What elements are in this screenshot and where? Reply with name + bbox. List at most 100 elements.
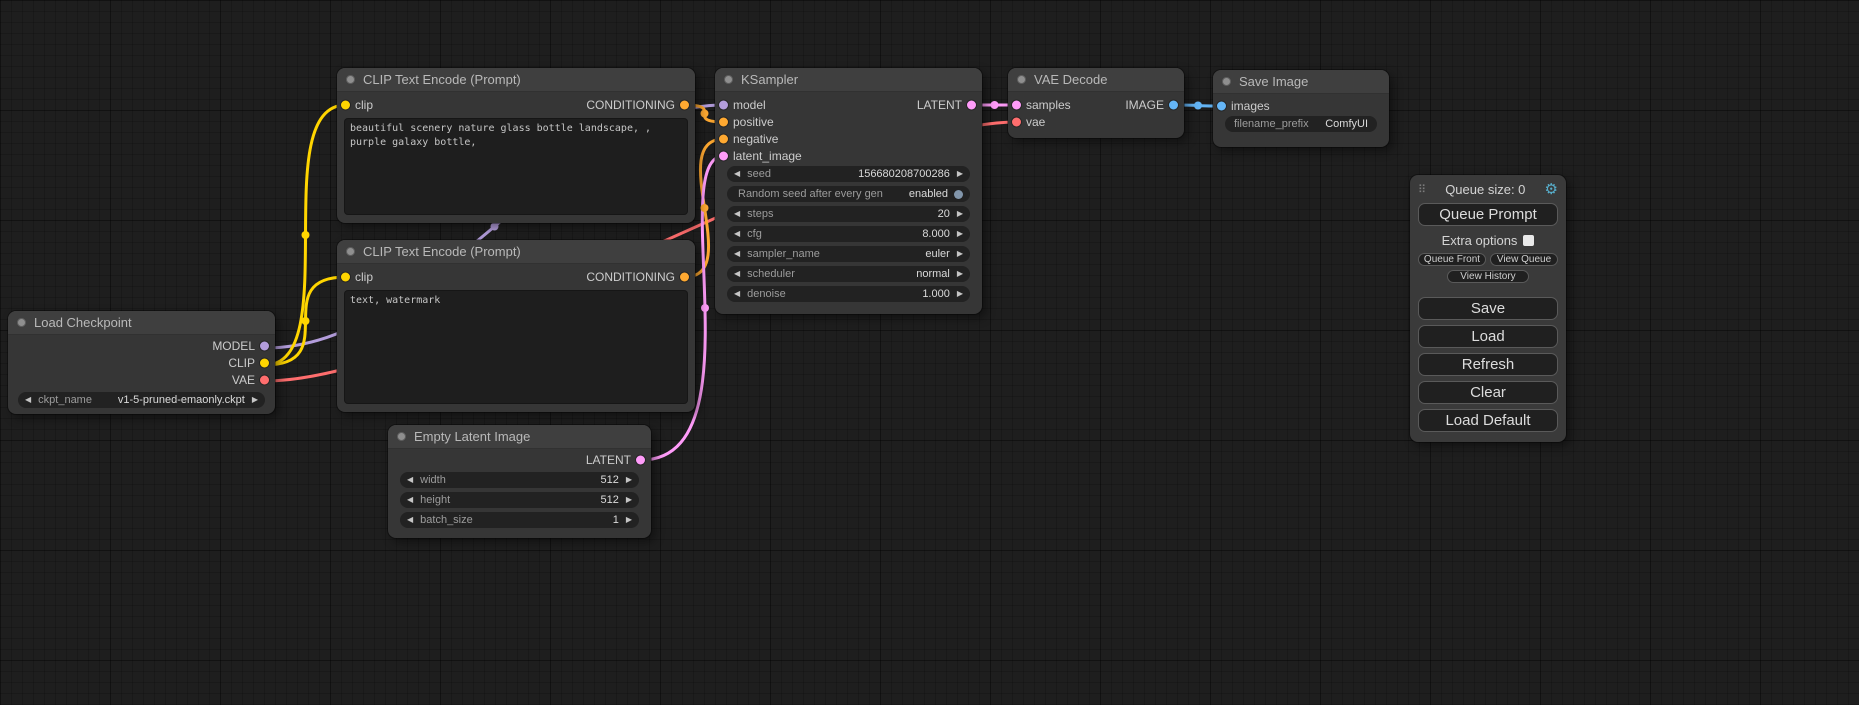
widget-value: 1.000 xyxy=(922,288,950,300)
cfg-widget[interactable]: ◀ cfg 8.000 ▶ xyxy=(727,226,970,242)
vae-input-slot[interactable] xyxy=(1012,117,1021,126)
collapse-toggle-icon[interactable] xyxy=(724,75,733,84)
batch-size-widget[interactable]: ◀ batch_size 1 ▶ xyxy=(400,512,639,528)
slot-row: negative xyxy=(715,130,982,147)
node-empty-latent-image[interactable]: Empty Latent Image LATENT ◀ width 512 ▶ … xyxy=(388,425,651,538)
widget-value: ComfyUI xyxy=(1325,118,1368,130)
latent-output-slot[interactable] xyxy=(967,100,976,109)
node-header[interactable]: VAE Decode xyxy=(1008,68,1184,92)
increment-arrow-icon[interactable]: ▶ xyxy=(957,170,963,178)
view-queue-button[interactable]: View Queue xyxy=(1490,253,1558,266)
extra-options-checkbox[interactable] xyxy=(1523,235,1534,246)
slot-row: MODEL xyxy=(8,337,275,354)
random-seed-toggle-widget[interactable]: Random seed after every gen enabled xyxy=(727,186,970,202)
vae-input-label: vae xyxy=(1026,115,1045,129)
toggle-state-icon[interactable] xyxy=(954,190,963,199)
widget-label: ckpt_name xyxy=(38,394,92,406)
node-header[interactable]: Empty Latent Image xyxy=(388,425,651,449)
latent-output-label: LATENT xyxy=(586,453,631,467)
decrement-arrow-icon[interactable]: ◀ xyxy=(734,270,740,278)
images-input-slot[interactable] xyxy=(1217,101,1226,110)
node-header[interactable]: Save Image xyxy=(1213,70,1389,94)
node-save-image[interactable]: Save Image images filename_prefix ComfyU… xyxy=(1213,70,1389,147)
decrement-arrow-icon[interactable]: ◀ xyxy=(734,210,740,218)
load-button[interactable]: Load xyxy=(1418,325,1558,348)
gear-icon[interactable]: ⚙ xyxy=(1545,182,1558,197)
seed-widget[interactable]: ◀ seed 156680208700286 ▶ xyxy=(727,166,970,182)
clip-output-slot[interactable] xyxy=(260,358,269,367)
collapse-toggle-icon[interactable] xyxy=(397,432,406,441)
view-history-button[interactable]: View History xyxy=(1447,270,1528,283)
node-clip-text-encode-positive[interactable]: CLIP Text Encode (Prompt) clip CONDITION… xyxy=(337,68,695,223)
increment-arrow-icon[interactable]: ▶ xyxy=(957,270,963,278)
collapse-toggle-icon[interactable] xyxy=(17,318,26,327)
collapse-toggle-icon[interactable] xyxy=(346,247,355,256)
load-default-button[interactable]: Load Default xyxy=(1418,409,1558,432)
slot-row: model LATENT xyxy=(715,96,982,113)
widget-value: enabled xyxy=(909,188,948,200)
increment-arrow-icon[interactable]: ▶ xyxy=(957,250,963,258)
link-midpoint-dot xyxy=(701,110,709,118)
node-header[interactable]: CLIP Text Encode (Prompt) xyxy=(337,68,695,92)
node-clip-text-encode-negative[interactable]: CLIP Text Encode (Prompt) clip CONDITION… xyxy=(337,240,695,412)
conditioning-output-slot[interactable] xyxy=(680,100,689,109)
queue-front-button[interactable]: Queue Front xyxy=(1418,253,1486,266)
node-header[interactable]: Load Checkpoint xyxy=(8,311,275,335)
collapse-toggle-icon[interactable] xyxy=(1017,75,1026,84)
decrement-arrow-icon[interactable]: ◀ xyxy=(734,290,740,298)
node-graph-canvas[interactable]: Load Checkpoint MODEL CLIP VAE ◀ ckpt_na… xyxy=(0,0,1859,705)
model-input-slot[interactable] xyxy=(719,100,728,109)
decrement-arrow-icon[interactable]: ◀ xyxy=(734,250,740,258)
increment-arrow-icon[interactable]: ▶ xyxy=(957,210,963,218)
increment-arrow-icon[interactable]: ▶ xyxy=(626,476,632,484)
prompt-textarea[interactable]: text, watermark xyxy=(344,290,688,404)
latent-image-input-slot[interactable] xyxy=(719,151,728,160)
decrement-arrow-icon[interactable]: ◀ xyxy=(407,516,413,524)
increment-arrow-icon[interactable]: ▶ xyxy=(252,396,258,404)
clear-button[interactable]: Clear xyxy=(1418,381,1558,404)
steps-widget[interactable]: ◀ steps 20 ▶ xyxy=(727,206,970,222)
latent-output-slot[interactable] xyxy=(636,455,645,464)
decrement-arrow-icon[interactable]: ◀ xyxy=(407,496,413,504)
positive-input-slot[interactable] xyxy=(719,117,728,126)
clip-input-slot[interactable] xyxy=(341,272,350,281)
node-ksampler[interactable]: KSampler model LATENT positive negative … xyxy=(715,68,982,314)
collapse-toggle-icon[interactable] xyxy=(1222,77,1231,86)
model-output-slot[interactable] xyxy=(260,341,269,350)
negative-input-slot[interactable] xyxy=(719,134,728,143)
save-button[interactable]: Save xyxy=(1418,297,1558,320)
height-widget[interactable]: ◀ height 512 ▶ xyxy=(400,492,639,508)
node-load-checkpoint[interactable]: Load Checkpoint MODEL CLIP VAE ◀ ckpt_na… xyxy=(8,311,275,414)
decrement-arrow-icon[interactable]: ◀ xyxy=(407,476,413,484)
filename-prefix-widget[interactable]: filename_prefix ComfyUI xyxy=(1225,116,1377,132)
refresh-button[interactable]: Refresh xyxy=(1418,353,1558,376)
image-output-slot[interactable] xyxy=(1169,100,1178,109)
node-header[interactable]: CLIP Text Encode (Prompt) xyxy=(337,240,695,264)
widget-value: 8.000 xyxy=(922,228,950,240)
sampler-name-widget[interactable]: ◀ sampler_name euler ▶ xyxy=(727,246,970,262)
prompt-textarea[interactable]: beautiful scenery nature glass bottle la… xyxy=(344,118,688,215)
decrement-arrow-icon[interactable]: ◀ xyxy=(734,230,740,238)
denoise-widget[interactable]: ◀ denoise 1.000 ▶ xyxy=(727,286,970,302)
queue-prompt-button[interactable]: Queue Prompt xyxy=(1418,203,1558,226)
ckpt-name-widget[interactable]: ◀ ckpt_name v1-5-pruned-emaonly.ckpt ▶ xyxy=(18,392,265,408)
scheduler-widget[interactable]: ◀ scheduler normal ▶ xyxy=(727,266,970,282)
widget-value: 20 xyxy=(938,208,950,220)
increment-arrow-icon[interactable]: ▶ xyxy=(957,290,963,298)
slot-row: positive xyxy=(715,113,982,130)
vae-output-slot[interactable] xyxy=(260,375,269,384)
node-header[interactable]: KSampler xyxy=(715,68,982,92)
increment-arrow-icon[interactable]: ▶ xyxy=(626,496,632,504)
decrement-arrow-icon[interactable]: ◀ xyxy=(734,170,740,178)
decrement-arrow-icon[interactable]: ◀ xyxy=(25,396,31,404)
increment-arrow-icon[interactable]: ▶ xyxy=(626,516,632,524)
drag-handle-icon[interactable]: ⠿ xyxy=(1418,184,1426,195)
increment-arrow-icon[interactable]: ▶ xyxy=(957,230,963,238)
conditioning-output-slot[interactable] xyxy=(680,272,689,281)
width-widget[interactable]: ◀ width 512 ▶ xyxy=(400,472,639,488)
samples-input-slot[interactable] xyxy=(1012,100,1021,109)
clip-input-label: clip xyxy=(355,98,373,112)
clip-input-slot[interactable] xyxy=(341,100,350,109)
node-vae-decode[interactable]: VAE Decode samples IMAGE vae xyxy=(1008,68,1184,138)
collapse-toggle-icon[interactable] xyxy=(346,75,355,84)
